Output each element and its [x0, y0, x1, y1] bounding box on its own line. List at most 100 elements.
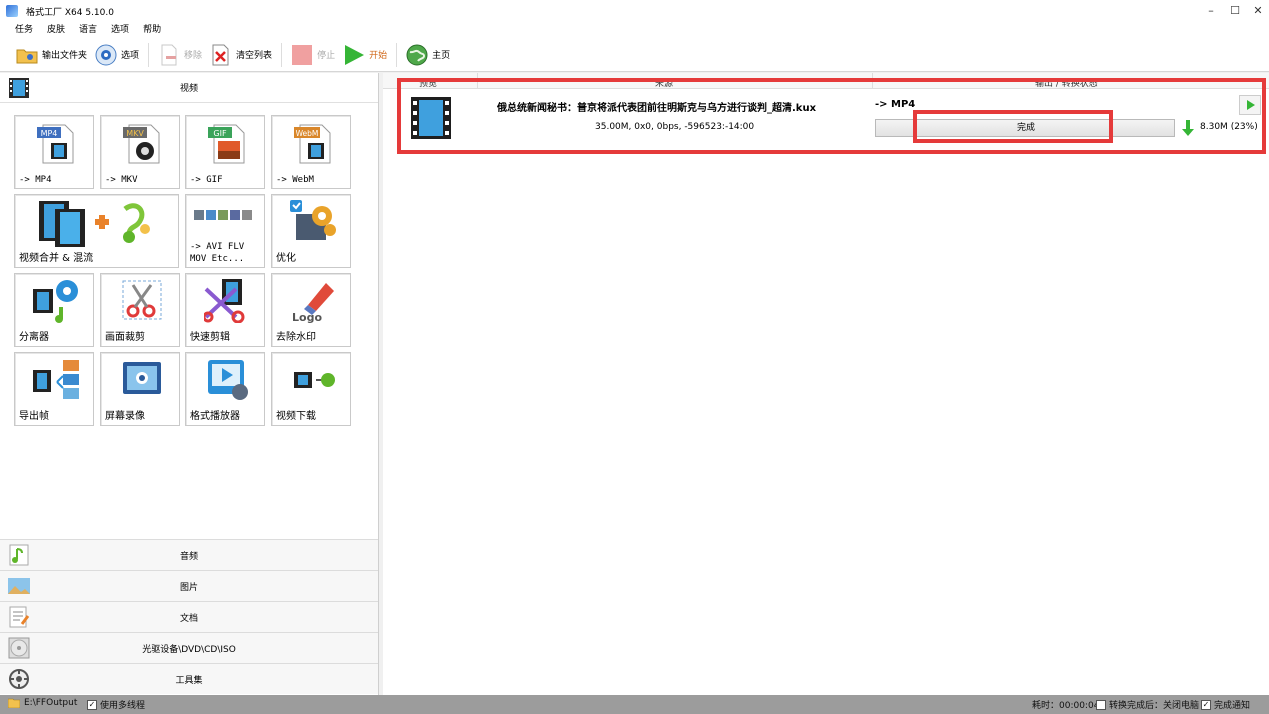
- function-panel: 视频 MP4 -> MP4 MKV -> MKV GIF -> GIF WebM…: [0, 73, 379, 695]
- stop-icon: [291, 44, 313, 66]
- title-bar: 格式工厂 X64 5.10.0 – ☐ ✕: [0, 0, 1269, 22]
- notify-checkbox[interactable]: ✓ 完成通知: [1201, 698, 1250, 711]
- webm-badge-text: WebM: [296, 129, 319, 138]
- menu-help[interactable]: 帮助: [136, 22, 168, 38]
- remove-label: 移除: [184, 51, 203, 61]
- quick-clip-icon: [204, 279, 245, 323]
- output-folder-label: 输出文件夹: [42, 51, 88, 61]
- mkv-file-icon: MKV: [123, 124, 160, 164]
- tile-optimize[interactable]: 优化: [271, 194, 351, 268]
- svg-text:Logo: Logo: [292, 311, 322, 323]
- mkv-badge-text: MKV: [126, 129, 144, 138]
- tile-video-download[interactable]: 视频下载: [271, 352, 351, 426]
- tile-label: 快速剪辑: [190, 332, 230, 343]
- minimize-button[interactable]: –: [1198, 2, 1224, 20]
- elapsed-text: 耗时：00:00:04: [1032, 701, 1100, 711]
- tile-to-mkv[interactable]: MKV -> MKV: [100, 115, 180, 189]
- tile-export-frames[interactable]: 导出帧: [14, 352, 94, 426]
- format-player-icon: [208, 360, 248, 400]
- toolbar: 输出文件夹 选项 移除 清空列表 停止 开始 主页: [0, 38, 1269, 72]
- remove-button[interactable]: 移除: [154, 40, 206, 70]
- category-image-label: 图片: [179, 582, 198, 593]
- tile-screen-record[interactable]: 屏幕录像: [100, 352, 180, 426]
- checkbox-unchecked: [1096, 699, 1106, 710]
- toolbar-divider: [281, 42, 283, 67]
- options-button[interactable]: 选项: [91, 40, 143, 70]
- tile-quick-clip[interactable]: 快速剪辑: [185, 273, 265, 347]
- tile-label: 导出帧: [19, 411, 49, 422]
- tile-label: -> WebM: [276, 175, 314, 185]
- status-bar: E:\FFOutput ✓ 使用多线程 耗时：00:00:04 转换完成后：关闭…: [0, 695, 1269, 714]
- category-toolbox-label: 工具集: [175, 675, 203, 686]
- tile-label-2: MOV Etc...: [190, 254, 245, 264]
- clear-list-button[interactable]: 清空列表: [206, 40, 276, 70]
- mp4-badge-text: MP4: [41, 129, 58, 138]
- category-image[interactable]: 图片: [0, 570, 378, 601]
- gif-badge-text: GIF: [213, 129, 227, 138]
- home-button[interactable]: 主页: [402, 40, 454, 70]
- multi-format-icon: [194, 210, 252, 220]
- menu-task[interactable]: 任务: [0, 22, 40, 38]
- category-audio[interactable]: 音频: [0, 539, 378, 570]
- optimize-icon: [290, 200, 336, 240]
- notify-label: 完成通知: [1214, 701, 1251, 711]
- menu-options[interactable]: 选项: [104, 22, 136, 38]
- tile-to-mp4[interactable]: MP4 -> MP4: [14, 115, 94, 189]
- tile-label: 视频下载: [276, 411, 316, 422]
- output-path[interactable]: E:\FFOutput: [8, 698, 77, 708]
- video-category-label: 视频: [179, 84, 198, 94]
- after-done-checkbox[interactable]: 转换完成后：关闭电脑: [1096, 698, 1199, 711]
- tile-label: 分离器: [19, 332, 49, 343]
- tile-crop[interactable]: 画面裁剪: [100, 273, 180, 347]
- tile-label: -> AVI FLV: [190, 242, 245, 252]
- video-category-header[interactable]: 视频: [0, 73, 378, 103]
- tile-label: -> MKV: [105, 175, 138, 185]
- stop-label: 停止: [317, 51, 336, 61]
- tile-remove-watermark[interactable]: Logo 去除水印: [271, 273, 351, 347]
- export-frames-icon: [33, 360, 79, 399]
- splitter-icon: [33, 280, 78, 323]
- highlight-task-row: [397, 78, 1266, 154]
- start-label: 开始: [369, 51, 388, 61]
- tile-to-webm[interactable]: WebM -> WebM: [271, 115, 351, 189]
- mp4-file-icon: MP4: [37, 124, 74, 164]
- elapsed-time: 耗时：00:00:04: [1032, 698, 1099, 711]
- tile-merge-mux[interactable]: 视频合并 & 混流: [14, 194, 179, 268]
- category-optical-drive[interactable]: 光驱设备\DVD\CD\ISO: [0, 632, 378, 663]
- close-button[interactable]: ✕: [1245, 2, 1269, 20]
- tile-format-player[interactable]: 格式播放器: [185, 352, 265, 426]
- output-path-text: E:\FFOutput: [24, 698, 78, 708]
- webm-file-icon: WebM: [294, 124, 331, 164]
- window-title: 格式工厂 X64 5.10.0: [26, 7, 114, 18]
- category-document[interactable]: 文档: [0, 601, 378, 632]
- options-label: 选项: [121, 51, 140, 61]
- category-document-label: 文档: [179, 613, 198, 624]
- clear-list-icon: [210, 44, 232, 66]
- start-button[interactable]: 开始: [339, 40, 391, 70]
- document-remove-icon: [158, 44, 180, 66]
- menu-skin[interactable]: 皮肤: [40, 22, 72, 38]
- tile-label: 视频合并 & 混流: [19, 253, 94, 264]
- tile-label: -> MP4: [19, 175, 52, 185]
- tile-splitter[interactable]: 分离器: [14, 273, 94, 347]
- tile-label: 优化: [276, 253, 296, 264]
- gif-file-icon: GIF: [208, 124, 245, 164]
- after-done-label: 转换完成后：关闭电脑: [1109, 701, 1200, 711]
- folder-icon: [8, 698, 20, 708]
- play-icon: [343, 44, 365, 66]
- globe-icon: [406, 44, 428, 66]
- tile-to-avi-flv-mov[interactable]: -> AVI FLV MOV Etc...: [185, 194, 265, 268]
- category-audio-label: 音频: [179, 551, 198, 562]
- multithread-label: 使用多线程: [100, 701, 146, 711]
- stop-button[interactable]: 停止: [287, 40, 339, 70]
- category-toolbox[interactable]: 工具集: [0, 663, 378, 694]
- output-folder-button[interactable]: 输出文件夹: [12, 40, 91, 70]
- menu-language[interactable]: 语言: [72, 22, 104, 38]
- merge-mux-icon: [39, 201, 150, 247]
- video-download-icon: [294, 372, 335, 388]
- tile-to-gif[interactable]: GIF -> GIF: [185, 115, 265, 189]
- tile-label: -> GIF: [190, 175, 223, 185]
- highlight-status: [913, 110, 1113, 143]
- multithread-checkbox[interactable]: ✓ 使用多线程: [87, 698, 145, 711]
- folder-icon: [16, 44, 38, 66]
